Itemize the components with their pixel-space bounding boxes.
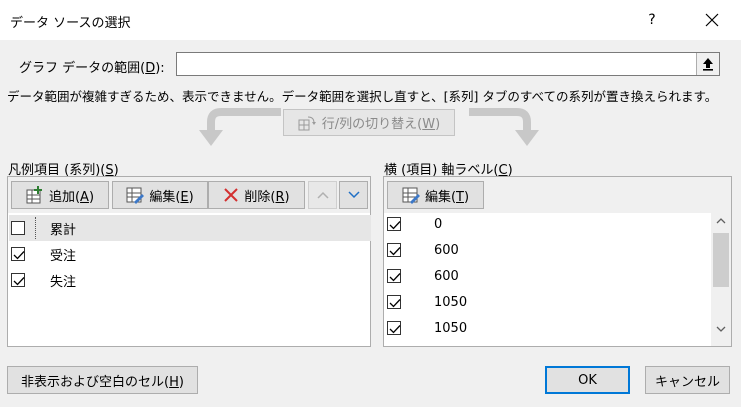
data-range-label: グラフ データの範囲(D):: [19, 57, 165, 76]
delete-label-key: R: [275, 189, 285, 205]
checkmark-icon: [13, 251, 25, 260]
close-icon: [705, 13, 719, 27]
axis-item-row[interactable]: 1050: [385, 315, 710, 341]
dialog-title: データ ソースの選択: [10, 16, 131, 31]
axis-item-checkbox[interactable]: [387, 217, 401, 231]
scrollbar-thumb[interactable]: [713, 233, 729, 287]
delete-label-text: 削除(: [244, 189, 276, 205]
edit-series-icon: [126, 187, 145, 204]
edit-label-suffix: ): [188, 189, 194, 205]
axis-item-checkbox[interactable]: [387, 321, 401, 335]
focus-indicator: [35, 217, 36, 239]
edit-label-text: 編集(: [149, 189, 181, 205]
axis-item-label: 1050: [434, 320, 468, 336]
switch-label-text: 行/列の切り替え(: [321, 117, 423, 132]
edit-series-button[interactable]: 編集(E): [112, 181, 208, 209]
edit-axis-label-key: T: [456, 189, 464, 205]
data-range-label-key: D: [145, 61, 156, 76]
add-label-text: 追加(: [48, 189, 81, 205]
edit-axis-label-text: 編集(: [424, 189, 457, 205]
hidden-label-suffix: ): [178, 374, 184, 390]
axis-item-checkbox[interactable]: [387, 269, 401, 283]
ok-button[interactable]: OK: [545, 366, 630, 394]
hidden-empty-cells-label: 非表示および空白のセル(H): [21, 371, 184, 390]
axis-item-row[interactable]: 1050: [385, 289, 710, 315]
delete-label-suffix: ): [284, 189, 290, 205]
axis-item-label: 1050: [434, 294, 468, 310]
checkmark-icon: [389, 299, 401, 308]
checkmark-icon: [389, 247, 401, 256]
data-range-input[interactable]: [176, 52, 720, 76]
legend-item-row[interactable]: 受注: [9, 241, 371, 267]
checkmark-icon: [13, 277, 25, 286]
close-button[interactable]: [696, 6, 728, 34]
cancel-button[interactable]: キャンセル: [645, 366, 730, 394]
legend-item-checkbox[interactable]: [11, 273, 25, 287]
switch-label-suffix: ): [435, 117, 441, 132]
delete-series-label: 削除(R): [244, 186, 289, 205]
hidden-label-key: H: [169, 374, 179, 390]
edit-axis-label: 編集(T): [425, 186, 469, 205]
data-range-label-suffix: ):: [155, 61, 165, 76]
help-button[interactable]: ?: [636, 6, 668, 34]
legend-item-row[interactable]: 失注: [9, 267, 371, 293]
axis-item-row[interactable]: 600: [385, 263, 710, 289]
edit-axis-labels-button[interactable]: 編集(T): [387, 181, 484, 209]
delete-icon: [224, 188, 239, 202]
legend-item-checkbox[interactable]: [11, 221, 25, 235]
edit-axis-icon: [402, 187, 420, 204]
switch-label-key: W: [422, 117, 436, 132]
scroll-up-arrow-icon[interactable]: [715, 217, 727, 225]
legend-item-row[interactable]: 累計: [9, 215, 371, 241]
checkmark-icon: [389, 221, 401, 230]
axis-toolbar: 編集(T): [384, 177, 731, 213]
add-label-suffix: ): [88, 189, 95, 205]
axis-item-checkbox[interactable]: [387, 243, 401, 257]
delete-series-button[interactable]: 削除(R): [208, 181, 305, 209]
legend-item-checkbox[interactable]: [11, 247, 25, 261]
switch-row-column-label: 行/列の切り替え(W): [322, 113, 440, 132]
legend-toolbar: 追加(A) 編集(E) 削除(R): [8, 177, 370, 213]
hidden-label-text: 非表示および空白のセル(: [21, 374, 170, 390]
chevron-down-icon: [347, 191, 360, 199]
switch-row-column-button[interactable]: 行/列の切り替え(W): [283, 109, 455, 136]
collapse-dialog-icon: [703, 58, 713, 71]
axis-labels-panel: 編集(T) 0 600 600 1050 1050: [383, 176, 732, 347]
add-label-key: A: [80, 189, 89, 205]
add-series-label: 追加(A): [49, 186, 94, 205]
checkmark-icon: [389, 273, 401, 282]
edit-label-key: E: [180, 189, 189, 205]
move-up-button[interactable]: [308, 181, 337, 209]
move-down-button[interactable]: [339, 181, 368, 209]
legend-item-label: 受注: [50, 248, 77, 264]
arrow-left-down-icon: [199, 108, 281, 146]
axis-item-checkbox[interactable]: [387, 295, 401, 309]
chevron-up-icon: [316, 191, 329, 199]
scroll-down-arrow-icon[interactable]: [715, 325, 727, 333]
edit-series-label: 編集(E): [149, 186, 193, 205]
axis-item-row[interactable]: 0: [385, 211, 710, 237]
axis-item-row[interactable]: 600: [385, 237, 710, 263]
legend-item-label: 累計: [50, 222, 77, 238]
legend-entries-panel: 追加(A) 編集(E) 削除(R) 累計 受注 失注: [7, 176, 371, 347]
axis-item-label: 600: [434, 268, 459, 284]
axis-list-scrollbar[interactable]: [711, 211, 731, 346]
legend-item-label: 失注: [50, 274, 77, 290]
range-collapse-button[interactable]: [696, 53, 719, 75]
switch-row-column-icon: [298, 116, 316, 130]
hidden-empty-cells-button[interactable]: 非表示および空白のセル(H): [7, 366, 198, 394]
axis-item-label: 600: [434, 242, 459, 258]
complex-range-message: データ範囲が複雑すぎるため、表示できません。データ範囲を選択し直すと、[系列] …: [7, 89, 718, 104]
arrow-right-down-icon: [469, 108, 539, 146]
checkmark-icon: [389, 325, 401, 334]
axis-item-label: 0: [434, 216, 443, 232]
data-range-label-text: グラフ データの範囲(: [19, 61, 146, 76]
add-series-button[interactable]: 追加(A): [11, 181, 109, 209]
add-series-icon: [26, 186, 42, 204]
edit-axis-label-suffix: ): [463, 189, 470, 205]
